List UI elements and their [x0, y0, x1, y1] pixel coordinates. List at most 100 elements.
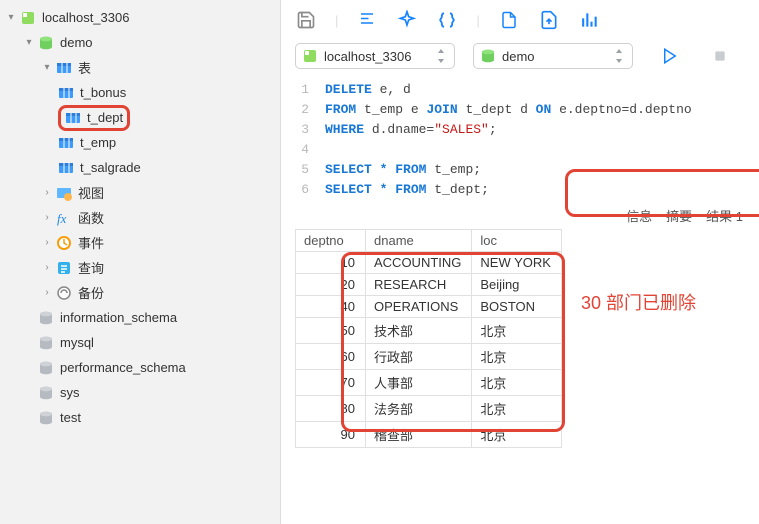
other-databases: ›information_schema›mysql›performance_sc…: [0, 305, 280, 430]
cell[interactable]: 北京: [472, 396, 562, 422]
cell[interactable]: 50: [296, 318, 366, 344]
cell[interactable]: 80: [296, 396, 366, 422]
chevron-right-icon: ›: [40, 237, 54, 248]
table-row[interactable]: 70人事部北京: [296, 370, 562, 396]
database-node[interactable]: ›test: [0, 405, 280, 430]
database-node-open[interactable]: ▾ demo: [0, 30, 280, 55]
tab-result[interactable]: 结果 1: [706, 206, 743, 225]
tables-folder-label: 表: [78, 58, 91, 77]
table-label: t_dept: [87, 110, 123, 125]
database-select-label: demo: [502, 49, 535, 64]
nav-groups: ›视图›fx函数›事件›查询›备份: [0, 180, 280, 305]
beautify-icon[interactable]: [396, 9, 418, 31]
export-icon[interactable]: [538, 9, 560, 31]
database-node[interactable]: ›performance_schema: [0, 355, 280, 380]
table-node[interactable]: t_salgrade: [0, 155, 280, 180]
table-label: t_salgrade: [80, 160, 141, 175]
cell[interactable]: 北京: [472, 370, 562, 396]
connection-select[interactable]: localhost_3306: [295, 43, 455, 69]
connection-icon: [302, 48, 318, 64]
save-icon[interactable]: [295, 9, 317, 31]
caret-icon: [614, 49, 624, 63]
tables-folder[interactable]: ▾ 表: [0, 55, 280, 80]
cell[interactable]: ACCOUNTING: [366, 252, 472, 274]
cell[interactable]: 40: [296, 296, 366, 318]
table-node[interactable]: t_bonus: [0, 80, 280, 105]
cell[interactable]: 北京: [472, 344, 562, 370]
nav-group-函数[interactable]: ›fx函数: [0, 205, 280, 230]
result-grid[interactable]: deptnodnameloc 10ACCOUNTINGNEW YORK20RES…: [281, 229, 759, 524]
document-icon[interactable]: [498, 9, 520, 31]
nav-group-事件[interactable]: ›事件: [0, 230, 280, 255]
code-area[interactable]: DELETE e, dFROM t_emp e JOIN t_dept d ON…: [321, 80, 759, 200]
col-loc[interactable]: loc: [472, 230, 562, 252]
result-table[interactable]: deptnodnameloc 10ACCOUNTINGNEW YORK20RES…: [295, 229, 562, 448]
connection-node[interactable]: ▾ localhost_3306: [0, 5, 280, 30]
chevron-down-icon: ▾: [22, 37, 36, 48]
cell[interactable]: 北京: [472, 318, 562, 344]
table-label: t_bonus: [80, 85, 126, 100]
connection-select-label: localhost_3306: [324, 49, 411, 64]
nav-group-视图[interactable]: ›视图: [0, 180, 280, 205]
svg-text:fx: fx: [57, 211, 67, 226]
line-gutter: 123456: [281, 80, 321, 200]
context-selectors: localhost_3306 demo: [281, 38, 759, 76]
nav-group-查询[interactable]: ›查询: [0, 255, 280, 280]
database-label: test: [60, 410, 81, 425]
group-label: 视图: [78, 183, 104, 202]
table-row[interactable]: 90稽查部北京: [296, 422, 562, 448]
chart-icon[interactable]: [578, 9, 600, 31]
table-row[interactable]: 80法务部北京: [296, 396, 562, 422]
run-button[interactable]: [657, 43, 683, 69]
cell[interactable]: 稽查部: [366, 422, 472, 448]
table-row[interactable]: 50技术部北京: [296, 318, 562, 344]
connection-icon: [20, 10, 36, 26]
cell[interactable]: NEW YORK: [472, 252, 562, 274]
table-row[interactable]: 10ACCOUNTINGNEW YORK: [296, 252, 562, 274]
table-row[interactable]: 40OPERATIONSBOSTON: [296, 296, 562, 318]
cell[interactable]: 行政部: [366, 344, 472, 370]
cell[interactable]: 人事部: [366, 370, 472, 396]
table-label: t_emp: [80, 135, 116, 150]
braces-icon[interactable]: [436, 9, 458, 31]
table-icon: [58, 160, 74, 176]
cell[interactable]: 技术部: [366, 318, 472, 344]
database-label: mysql: [60, 335, 94, 350]
cell[interactable]: OPERATIONS: [366, 296, 472, 318]
database-icon: [38, 310, 54, 326]
chevron-down-icon: ▾: [40, 62, 54, 73]
cell[interactable]: 20: [296, 274, 366, 296]
cell[interactable]: BOSTON: [472, 296, 562, 318]
cell[interactable]: 10: [296, 252, 366, 274]
cell[interactable]: RESEARCH: [366, 274, 472, 296]
database-select[interactable]: demo: [473, 43, 633, 69]
sql-editor[interactable]: 123456 DELETE e, dFROM t_emp e JOIN t_de…: [281, 76, 759, 200]
cell[interactable]: 70: [296, 370, 366, 396]
col-dname[interactable]: dname: [366, 230, 472, 252]
result-tabs: 信息 摘要 结果 1: [281, 200, 759, 229]
table-node[interactable]: t_emp: [0, 130, 280, 155]
database-node[interactable]: ›mysql: [0, 330, 280, 355]
chevron-down-icon: ▾: [4, 12, 18, 23]
stop-button[interactable]: [707, 43, 733, 69]
cell[interactable]: 北京: [472, 422, 562, 448]
format-icon[interactable]: [356, 9, 378, 31]
chevron-right-icon: ›: [40, 212, 54, 223]
cell[interactable]: 90: [296, 422, 366, 448]
database-label: information_schema: [60, 310, 177, 325]
table-node[interactable]: t_dept: [0, 105, 280, 130]
group-label: 备份: [78, 283, 104, 302]
col-deptno[interactable]: deptno: [296, 230, 366, 252]
tab-summary[interactable]: 摘要: [666, 206, 692, 225]
database-node[interactable]: ›information_schema: [0, 305, 280, 330]
nav-group-备份[interactable]: ›备份: [0, 280, 280, 305]
database-icon: [38, 360, 54, 376]
cell[interactable]: Beijing: [472, 274, 562, 296]
cell[interactable]: 法务部: [366, 396, 472, 422]
database-node[interactable]: ›sys: [0, 380, 280, 405]
table-row[interactable]: 20RESEARCHBeijing: [296, 274, 562, 296]
table-row[interactable]: 60行政部北京: [296, 344, 562, 370]
cell[interactable]: 60: [296, 344, 366, 370]
table-icon: [65, 110, 81, 126]
tab-info[interactable]: 信息: [626, 206, 652, 225]
